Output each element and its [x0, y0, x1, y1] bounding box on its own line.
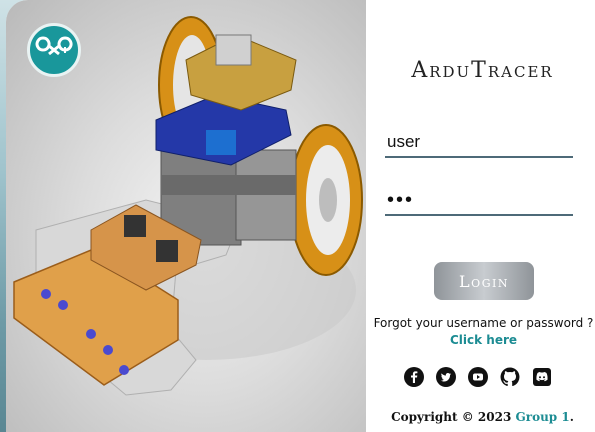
app-title: ArduTracer: [411, 58, 554, 83]
infinity-logo-icon: [35, 36, 73, 56]
password-input[interactable]: [385, 186, 573, 216]
group-name: Group 1: [515, 410, 570, 424]
github-icon[interactable]: [499, 366, 521, 388]
arduino-logo-icon: [27, 23, 81, 77]
forgot-credentials-text: Forgot your username or password ?: [373, 316, 594, 330]
youtube-icon[interactable]: [467, 366, 489, 388]
hero-image-robot: [6, 0, 366, 432]
copyright-period: .: [569, 410, 574, 424]
social-links: [403, 366, 553, 388]
username-input[interactable]: [385, 128, 573, 158]
click-here-link[interactable]: Click here: [366, 333, 595, 347]
copyright-text: Copyright © 2023: [391, 410, 512, 424]
twitter-icon[interactable]: [435, 366, 457, 388]
copyright-footer: Copyright © 2023 Group 1.: [366, 410, 595, 424]
login-button[interactable]: Login: [434, 262, 534, 300]
facebook-icon[interactable]: [403, 366, 425, 388]
login-panel: ArduTracer Login Forgot your username or…: [366, 0, 595, 432]
discord-icon[interactable]: [531, 366, 553, 388]
login-card: ArduTracer Login Forgot your username or…: [6, 0, 595, 432]
